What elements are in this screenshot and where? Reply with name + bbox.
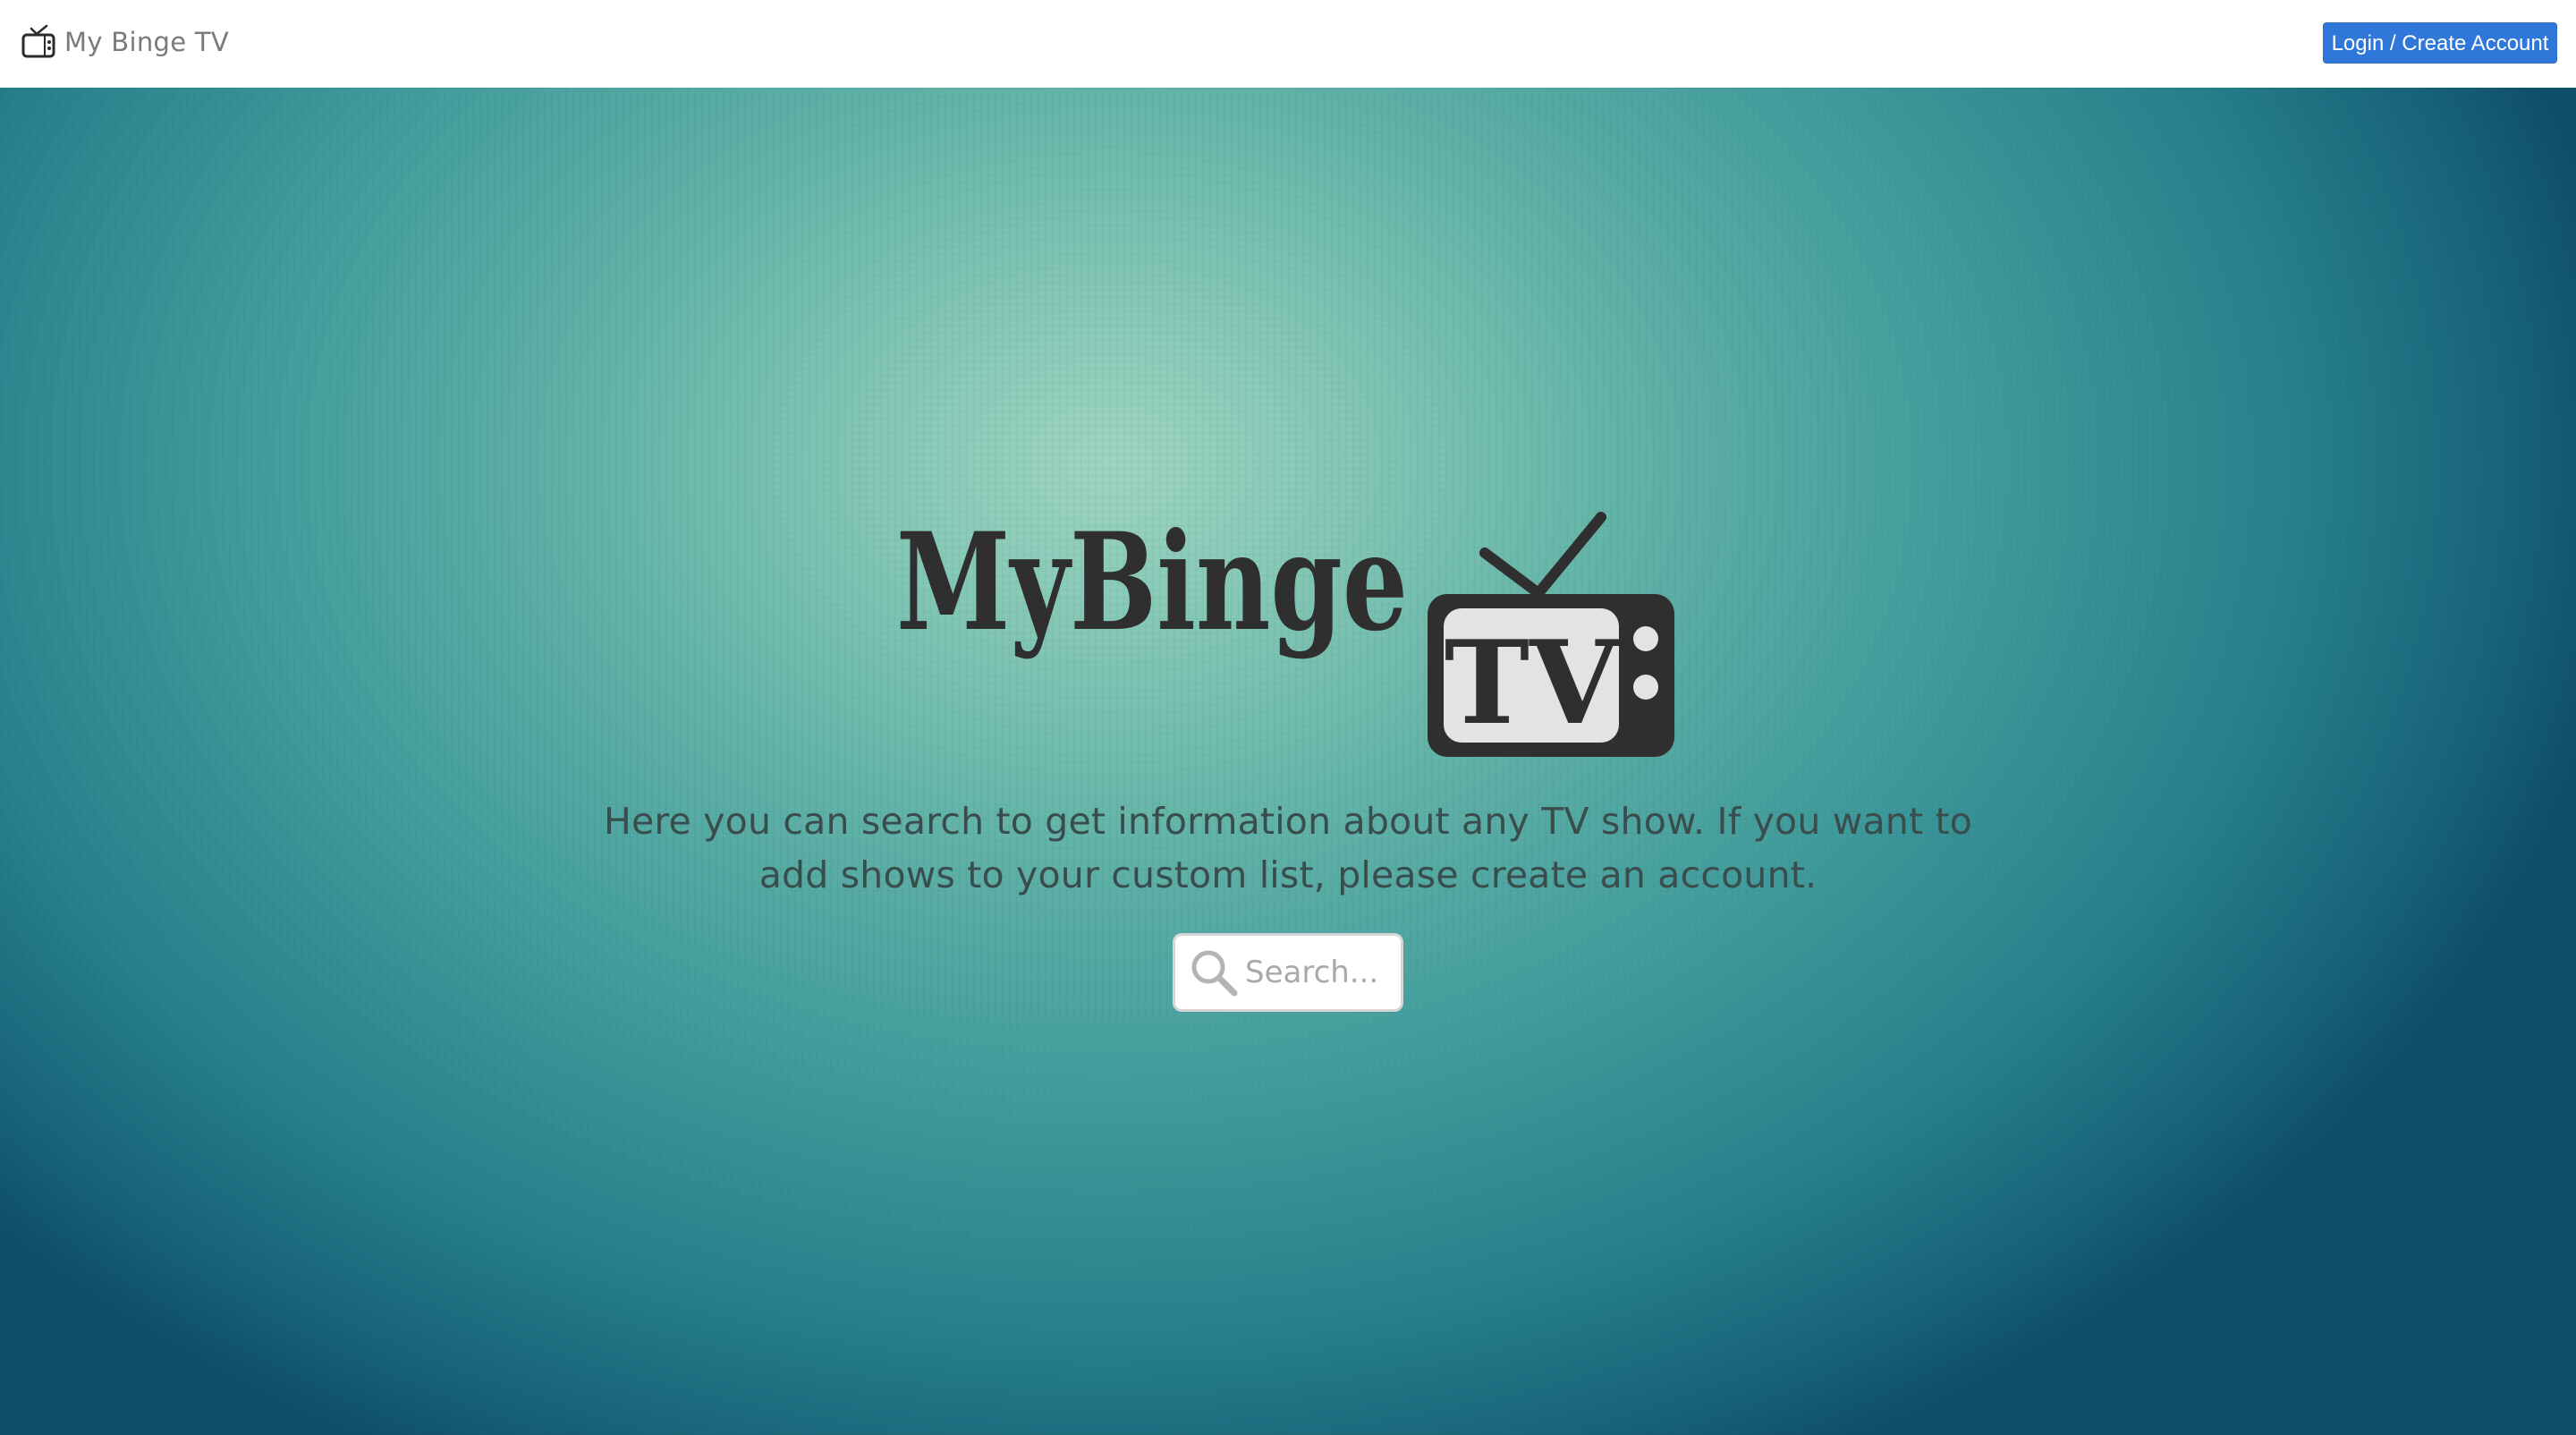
search-input[interactable] — [1245, 955, 1388, 990]
logo-tv-text: TV — [1445, 616, 1621, 751]
logo-wordmark: MyBinge — [896, 504, 1408, 661]
search-icon — [1191, 950, 1238, 997]
brand-label: My Binge TV — [64, 27, 230, 57]
login-create-account-button[interactable]: Login / Create Account — [2323, 22, 2557, 64]
brand-link[interactable]: My Binge TV — [20, 20, 229, 64]
mybinge-tv-logo: MyBinge TV — [896, 504, 1674, 757]
hero-description: Here you can search to get information a… — [603, 800, 1973, 896]
hero-section: MyBinge TV Here you can search to get in… — [0, 88, 2576, 1435]
tv-icon — [21, 24, 55, 58]
top-navbar: My Binge TV Login / Create Account — [0, 0, 2576, 88]
search-box[interactable] — [1173, 933, 1403, 1012]
